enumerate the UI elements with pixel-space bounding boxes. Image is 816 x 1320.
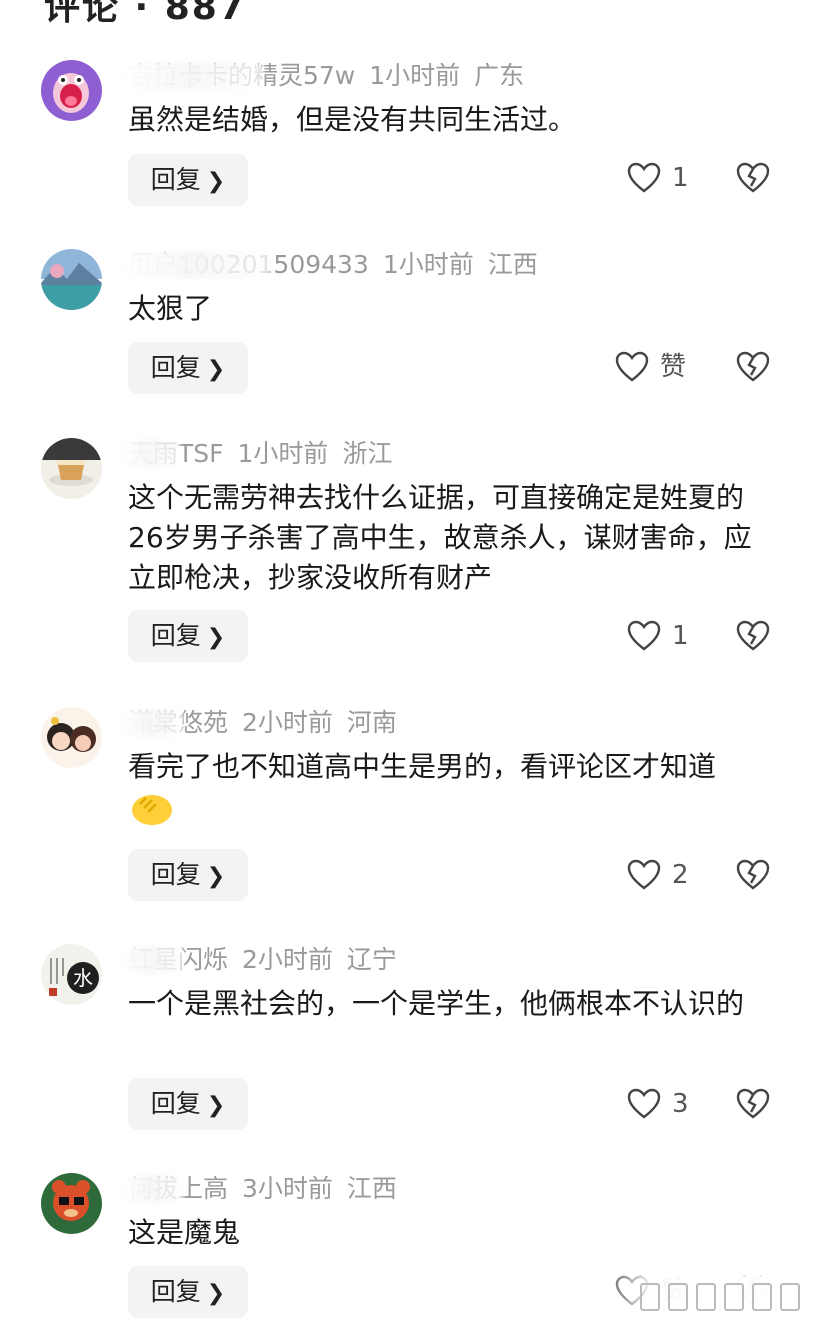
watermark-logo <box>640 1283 800 1311</box>
username[interactable]: 吉拉卡卡的精灵57w <box>122 60 355 92</box>
comment-time: 1小时前 <box>237 439 329 468</box>
chevron-right-icon: ❯ <box>206 1281 226 1306</box>
heart-outline-icon[interactable] <box>627 859 661 891</box>
like-count: 3 <box>672 1089 689 1119</box>
broken-heart-icon[interactable] <box>736 859 770 891</box>
clapping-hands-emoji <box>132 795 172 825</box>
avatar[interactable] <box>41 1173 102 1234</box>
reply-button[interactable]: 回复 ❯ <box>128 154 248 206</box>
comment-location: 辽宁 <box>346 945 397 974</box>
comment-time: 2小时前 <box>242 708 333 737</box>
comment-text: 太狠了 <box>128 292 213 325</box>
reply-button[interactable]: 回复 ❯ <box>128 342 248 394</box>
broken-heart-icon[interactable] <box>736 620 770 652</box>
comments-header: 评论 · 887 <box>44 0 246 28</box>
avatar[interactable] <box>41 249 102 310</box>
comment-location: 河南 <box>346 708 397 737</box>
chevron-right-icon: ❯ <box>206 1093 226 1118</box>
username[interactable]: 滿棠悠苑 <box>122 707 228 739</box>
reply-button[interactable]: 回复 ❯ <box>128 610 248 662</box>
comment-meta: 天雨TSF 1小时前浙江 <box>122 438 393 470</box>
comment-meta: 吉拉卡卡的精灵57w 1小时前广东 <box>122 60 525 92</box>
comment-meta: 滿棠悠苑 2小时前河南 <box>122 707 397 739</box>
comment-location: 江西 <box>346 1174 397 1203</box>
comment-time: 3小时前 <box>242 1174 333 1203</box>
like-count: 1 <box>672 621 689 651</box>
comment-text: 这个无需劳神去找什么证据，可直接确定是姓夏的26岁男子杀害了高中生，故意杀人，谋… <box>128 481 752 594</box>
chevron-right-icon: ❯ <box>206 169 226 194</box>
heart-outline-icon[interactable] <box>615 351 649 383</box>
like-count: 1 <box>672 163 689 193</box>
username[interactable]: 用户100201509433 <box>122 249 369 281</box>
broken-heart-icon[interactable] <box>736 351 770 383</box>
like-count: 赞 <box>660 352 687 382</box>
reply-button[interactable]: 回复 ❯ <box>128 849 248 901</box>
heart-outline-icon[interactable] <box>627 1088 661 1120</box>
avatar[interactable] <box>41 60 102 121</box>
comment-location: 广东 <box>474 61 525 90</box>
chevron-right-icon: ❯ <box>206 864 226 889</box>
comment-time: 1小时前 <box>382 250 474 279</box>
username[interactable]: 天雨TSF <box>122 438 224 470</box>
chevron-right-icon: ❯ <box>206 357 226 382</box>
svg-text:水: 水 <box>73 966 93 990</box>
comment-location: 浙江 <box>342 439 393 468</box>
comment-time: 2小时前 <box>242 945 333 974</box>
avatar[interactable] <box>41 438 102 499</box>
chevron-right-icon: ❯ <box>206 625 226 650</box>
comment-text: 一个是黑社会的，一个是学生，他俩根本不认识的 <box>128 987 745 1020</box>
broken-heart-icon[interactable] <box>736 1088 770 1120</box>
comment-location: 江西 <box>487 250 538 279</box>
comment-meta: 何拔上高 3小时前江西 <box>122 1173 397 1205</box>
avatar[interactable]: 水 <box>41 944 102 1005</box>
username[interactable]: 红星闪烁 <box>122 944 228 976</box>
broken-heart-icon[interactable] <box>736 162 770 194</box>
heart-outline-icon[interactable] <box>627 162 661 194</box>
comment-text: 虽然是结婚，但是没有共同生活过。 <box>128 103 577 136</box>
comment-text: 看完了也不知道高中生是男的，看评论区才知道 <box>128 747 768 828</box>
username[interactable]: 何拔上高 <box>122 1173 228 1205</box>
like-count: 2 <box>672 860 689 890</box>
comment-meta: 用户100201509433 1小时前江西 <box>122 249 538 281</box>
comment-meta: 红星闪烁 2小时前辽宁 <box>122 944 397 976</box>
reply-button[interactable]: 回复 ❯ <box>128 1266 248 1318</box>
comment-time: 1小时前 <box>369 61 461 90</box>
heart-outline-icon[interactable] <box>627 620 661 652</box>
reply-button[interactable]: 回复 ❯ <box>128 1078 248 1130</box>
comment-text: 这是魔鬼 <box>128 1216 241 1249</box>
avatar[interactable] <box>41 707 102 768</box>
